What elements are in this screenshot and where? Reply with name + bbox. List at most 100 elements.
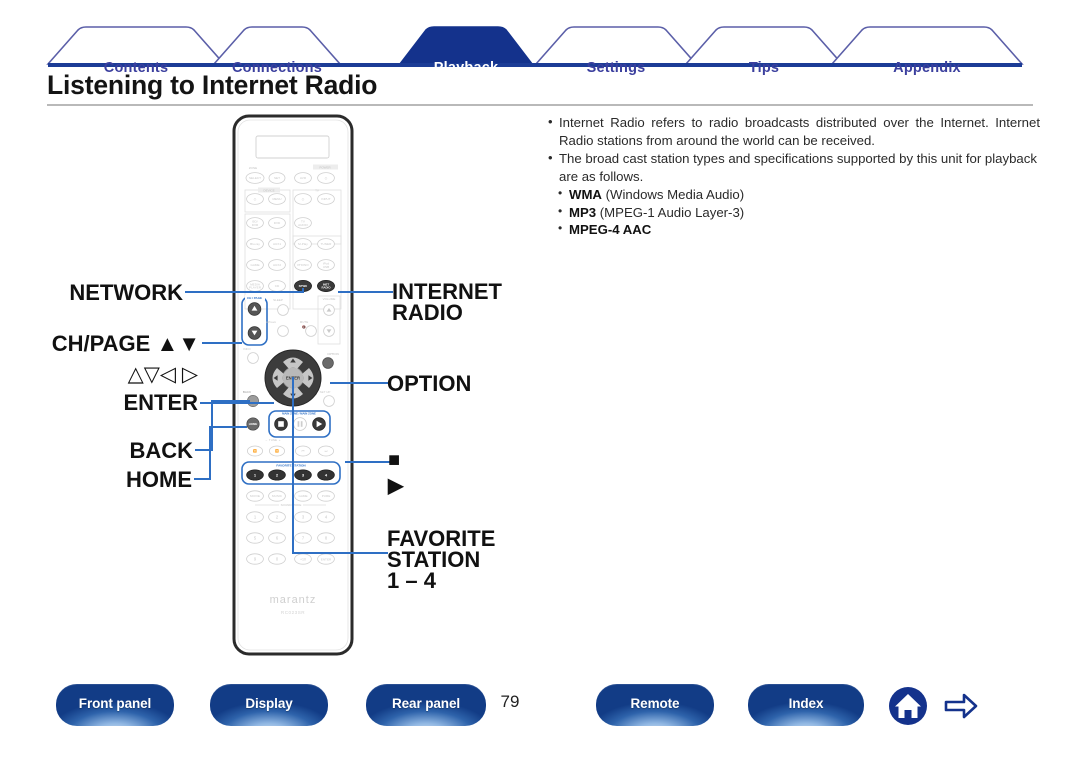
callout-back: BACK [129,438,193,463]
remote-control-illustration: .kb{fill:#fff;stroke:#cfcfcf;stroke-widt… [225,110,370,660]
callout-stop: ■ [388,449,401,471]
svg-text:⏪: ⏪ [253,449,257,453]
svg-text:HOME: HOME [249,422,258,426]
svg-text:AVR: AVR [300,176,307,180]
remote-model: RC023SR [281,610,305,615]
svg-text:AUDIO: AUDIO [298,223,308,227]
svg-text:MUSIC: MUSIC [272,494,283,498]
svg-text:POWER: POWER [319,166,331,170]
footer-front-panel-button[interactable]: Front panel [56,684,174,726]
note-item-2: The broad cast station types and specifi… [548,149,1040,185]
svg-text:AUX1: AUX1 [273,242,281,246]
svg-text:USB: USB [323,265,329,269]
tab-shape-connections [212,26,342,65]
svg-text:TUNER: TUNER [321,242,332,246]
footer-index-label: Index [788,695,824,711]
format-desc-mp3: (MPEG-1 Audio Layer-3) [596,204,745,220]
home-icon[interactable] [888,686,928,726]
svg-text:RADIO: RADIO [321,286,331,290]
svg-text:MUTE: MUTE [300,320,309,324]
tab-shape-playback [398,26,534,65]
format-item-mp3: MP3 (MPEG-1 Audio Layer-3) [558,203,1040,222]
svg-text:MAIN ZONE / MAIN ZONE: MAIN ZONE / MAIN ZONE [282,412,316,416]
callout-play: ▶ [388,475,404,497]
format-item-wma: WMA (Windows Media Audio) [558,185,1040,204]
svg-text:MENU: MENU [272,197,281,201]
callout-option: OPTION [387,371,472,396]
svg-text:DVD: DVD [274,221,281,225]
svg-text:MOVIE: MOVIE [250,494,260,498]
svg-text:NTWK: NTWK [299,284,307,288]
callout-home: HOME [126,467,192,492]
tab-shape-tips [684,26,844,65]
remote-display-window [255,135,330,159]
remote-row-c: BD/DVR DVD TVAUDIO [246,217,312,229]
svg-text:PLAYER: PLAYER [249,286,262,290]
remote-key-option [322,357,334,369]
footer-nav[interactable]: Front panel Display Rear panel 79 Remote… [0,684,1080,740]
footer-remote-label: Remote [630,695,680,711]
svg-text:FAVORITE STATION: FAVORITE STATION [276,464,306,468]
tab-tips[interactable]: Tips [749,60,779,76]
footer-display-button[interactable]: Display [210,684,328,726]
footer-rear-panel-button[interactable]: Rear panel [366,684,486,726]
format-desc-wma: (Windows Media Audio) [601,187,745,202]
tab-shape-appendix [830,26,1024,65]
remote-dpad: ENTER [264,349,322,407]
notes-list: Internet Radio refers to radio broadcast… [548,113,1040,239]
svg-text:BACK: BACK [243,390,251,394]
svg-text:CD: CD [275,284,280,288]
footer-display-label: Display [245,695,293,711]
svg-text:SELECT: SELECT [249,176,261,180]
page-title: Listening to Internet Radio [47,70,378,100]
svg-text:DVR: DVR [252,223,259,227]
tabbar-rule [48,63,1022,67]
svg-text:DEVICE: DEVICE [263,189,274,193]
svg-text:SLEEP: SLEEP [273,298,283,302]
remote-key-back [247,395,259,407]
svg-text:GAME: GAME [250,263,259,267]
format-name-mp3: MP3 [569,204,597,220]
svg-text:ENTER: ENTER [321,557,332,561]
callout-enter: ENTER [123,390,198,415]
footer-index-button[interactable]: Index [748,684,864,726]
format-item-aac: MPEG-4 AAC [558,220,1040,239]
svg-text:PHONO: PHONO [297,263,309,267]
svg-text:⏭: ⏭ [325,449,328,453]
svg-text:SOUND MODE: SOUND MODE [281,503,302,507]
tab-settings[interactable]: Settings [587,60,646,76]
svg-text:⏩: ⏩ [275,449,279,453]
tab-bar[interactable]: Contents Connections Playback Settings T… [0,22,1080,76]
svg-text:OPTION: OPTION [327,352,339,356]
callout-internet-radio-line2: RADIO [392,300,463,325]
footer-remote-button[interactable]: Remote [596,684,714,726]
svg-text:VOLUME: VOLUME [323,297,336,301]
svg-text:AUX2: AUX2 [273,263,281,267]
callout-cursor-keys: △▽◁ ▷ [127,363,198,386]
svg-text:TV: TV [315,189,319,193]
format-name-aac: MPEG-4 AAC [569,222,652,237]
page-number: 79 [500,692,520,711]
svg-text:PURE: PURE [322,494,331,498]
callout-favorite-line3: 1 – 4 [387,568,436,593]
svg-text:stPrevo: stPrevo [266,320,277,324]
svg-text:GAME: GAME [298,494,307,498]
svg-text:Blu-ray: Blu-ray [250,242,260,246]
tab-playback[interactable]: Playback [434,60,498,76]
callout-chpage: CH/PAGE ▲▼ [51,331,200,356]
svg-text:🔇: 🔇 [302,325,306,329]
remote-brand: marantz [270,594,317,606]
svg-text:SET UP: SET UP [320,390,331,394]
footer-front-panel-label: Front panel [78,695,152,711]
title-divider [47,104,1033,106]
tab-shape-contents [46,26,226,65]
arrow-right-icon[interactable] [943,690,979,722]
tab-shape-settings [534,26,698,65]
svg-text:+10: +10 [300,557,306,561]
footer-rear-panel-label: Rear panel [391,695,461,711]
svg-text:ZONE: ZONE [249,166,257,170]
svg-text:ENTER: ENTER [286,375,300,380]
tab-appendix[interactable]: Appendix [893,60,961,76]
svg-text:M-Play: M-Play [298,242,308,246]
format-name-wma: WMA [569,187,602,202]
